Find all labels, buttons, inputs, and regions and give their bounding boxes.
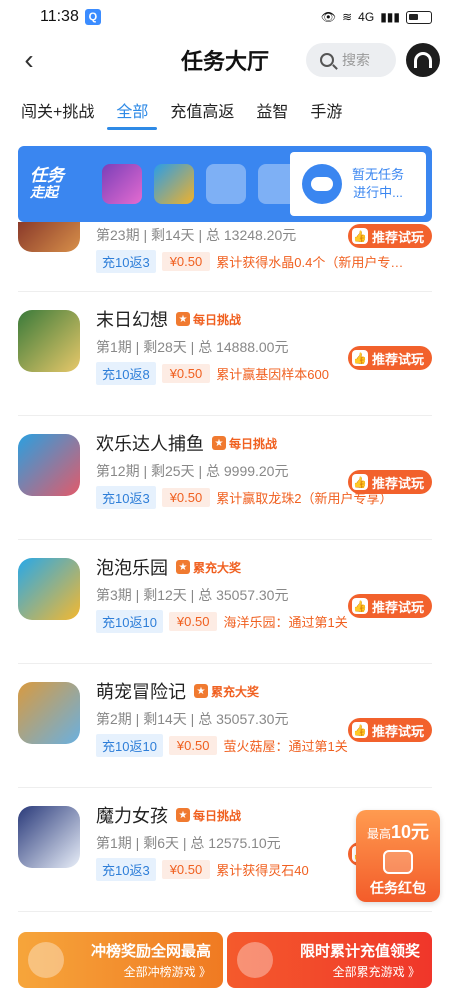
headset-icon — [414, 52, 432, 68]
game-slot-1[interactable] — [102, 164, 142, 204]
rebate-chip: 充10返8 — [96, 361, 156, 385]
game-list: 第23期 | 剩14天 | 总 13248.20元 充10返3 ¥0.50 累计… — [0, 222, 450, 912]
tag-icon: ★ — [212, 436, 226, 450]
bottom-promos: 冲榜奖励全网最高 全部冲榜游戏 》 限时累计充值领奖 全部累充游戏 》 — [18, 932, 432, 988]
price-chip: ¥0.50 — [161, 363, 211, 383]
try-play-button[interactable]: 👍 推荐试玩 — [347, 594, 432, 618]
tab-challenge[interactable]: 闯关+挑战 — [10, 86, 105, 134]
try-play-button[interactable]: 👍 推荐试玩 — [347, 718, 432, 742]
tag-icon: ★ — [194, 684, 208, 698]
game-tag: ★ 累充大奖 — [176, 559, 241, 576]
game-list-item[interactable]: 第23期 | 剩14天 | 总 13248.20元 充10返3 ¥0.50 累计… — [18, 222, 432, 292]
search-icon — [320, 53, 334, 67]
banner-logo: 任务 走起 — [30, 166, 64, 200]
try-play-button[interactable]: 👍 推荐试玩 — [347, 470, 432, 494]
game-name: 末日幻想 — [96, 310, 168, 330]
try-play-button[interactable]: 👍 推荐试玩 — [347, 346, 432, 370]
reward-text: 累计获得灵石40 — [216, 862, 309, 878]
red-packet-icon — [383, 850, 413, 874]
game-icon[interactable] — [18, 310, 80, 372]
game-icon[interactable] — [18, 558, 80, 620]
game-name: 泡泡乐园 — [96, 558, 168, 578]
thumbs-up-icon: 👍 — [351, 350, 368, 366]
reward-text: 累计获得水晶0.4个（新用户专… — [216, 254, 404, 270]
thumbs-up-icon: 👍 — [351, 228, 368, 244]
tag-icon: ★ — [176, 312, 190, 326]
status-bar: 11:38 Q 👁 ≋ 4G ▮▮▮ — [0, 0, 450, 34]
task-status-line2: 进行中... — [353, 185, 403, 200]
task-status-box[interactable]: 暂无任务 进行中... — [290, 152, 426, 216]
trophy-icon — [28, 942, 64, 978]
price-chip: ¥0.50 — [161, 859, 211, 879]
price-chip: ¥0.50 — [161, 487, 211, 507]
rebate-chip: 充10返10 — [96, 609, 163, 633]
thumbs-up-icon: 👍 — [351, 474, 368, 490]
game-name: 魔力女孩 — [96, 806, 168, 826]
game-icon[interactable] — [18, 806, 80, 868]
game-tag: ★ 累充大奖 — [194, 683, 259, 700]
reward-text: 累计赢基因样本600 — [216, 366, 329, 382]
price-chip: ¥0.50 — [161, 251, 211, 271]
game-list-item[interactable]: 萌宠冒险记 ★ 累充大奖 第2期 | 剩14天 | 总 35057.30元 充10… — [18, 664, 432, 788]
game-icon[interactable] — [18, 434, 80, 496]
red-packet-label: 任务红包 — [370, 880, 426, 896]
tag-icon: ★ — [176, 808, 190, 822]
rebate-chip: 充10返3 — [96, 249, 156, 273]
rebate-chip: 充10返3 — [96, 857, 156, 881]
task-red-packet[interactable]: 最高10元 任务红包 — [356, 810, 440, 902]
game-slot-2[interactable] — [154, 164, 194, 204]
tag-icon: ★ — [176, 560, 190, 574]
price-chip: ¥0.50 — [168, 735, 218, 755]
ranking-promo-button[interactable]: 冲榜奖励全网最高 全部冲榜游戏 》 — [18, 932, 223, 988]
game-icon[interactable] — [18, 682, 80, 744]
search-placeholder: 搜索 — [342, 52, 370, 68]
wifi-icon: ≋ — [342, 10, 353, 24]
game-tag: ★ 每日挑战 — [212, 435, 277, 452]
game-slot-empty — [206, 164, 246, 204]
status-time: 11:38 — [40, 8, 79, 25]
game-tag: ★ 每日挑战 — [176, 807, 241, 824]
game-name: 萌宠冒险记 — [96, 682, 186, 702]
medal-icon — [237, 942, 273, 978]
header: ‹ 任务大厅 搜索 — [0, 34, 450, 86]
tab-puzzle[interactable]: 益智 — [245, 86, 299, 134]
battery-icon — [406, 10, 432, 24]
game-icon[interactable] — [18, 222, 80, 252]
task-status-line1: 暂无任务 — [352, 167, 405, 182]
task-banner[interactable]: 任务 走起 暂无任务 进行中... — [18, 146, 432, 222]
price-chip: ¥0.50 — [168, 611, 218, 631]
reward-text: 海洋乐园：通过第1关 — [223, 614, 348, 630]
customer-service-button[interactable] — [406, 43, 440, 77]
signal-icon: ▮▮▮ — [380, 10, 400, 24]
tab-all[interactable]: 全部 — [105, 86, 159, 134]
search-button[interactable]: 搜索 — [306, 43, 396, 77]
back-button[interactable]: ‹ — [14, 44, 44, 75]
eye-icon: 👁 — [320, 10, 337, 24]
game-list-item[interactable]: 末日幻想 ★ 每日挑战 第1期 | 剩28天 | 总 14888.00元 充10返… — [18, 292, 432, 416]
reward-text: 萤火菇屋：通过第1关 — [223, 738, 348, 754]
rebate-chip: 充10返3 — [96, 485, 156, 509]
game-tag: ★ 每日挑战 — [176, 311, 241, 328]
app-notification-icon: Q — [84, 9, 101, 25]
tab-recharge[interactable]: 充值高返 — [159, 86, 245, 134]
thumbs-up-icon: 👍 — [351, 598, 368, 614]
game-list-item[interactable]: 欢乐达人捕鱼 ★ 每日挑战 第12期 | 剩25天 | 总 9999.20元 充1… — [18, 416, 432, 540]
try-play-button[interactable]: 👍 推荐试玩 — [347, 224, 432, 248]
rebate-chip: 充10返10 — [96, 733, 163, 757]
thumbs-up-icon: 👍 — [351, 722, 368, 738]
game-list-item[interactable]: 泡泡乐园 ★ 累充大奖 第3期 | 剩12天 | 总 35057.30元 充10返… — [18, 540, 432, 664]
game-name: 欢乐达人捕鱼 — [96, 434, 204, 454]
recharge-promo-button[interactable]: 限时累计充值领奖 全部累充游戏 》 — [227, 932, 432, 988]
tab-mobile-games[interactable]: 手游 — [299, 86, 353, 134]
network-label: 4G — [358, 10, 375, 24]
category-tabs: 闯关+挑战 全部 充值高返 益智 手游 — [0, 86, 450, 134]
gamepad-icon — [302, 164, 342, 204]
